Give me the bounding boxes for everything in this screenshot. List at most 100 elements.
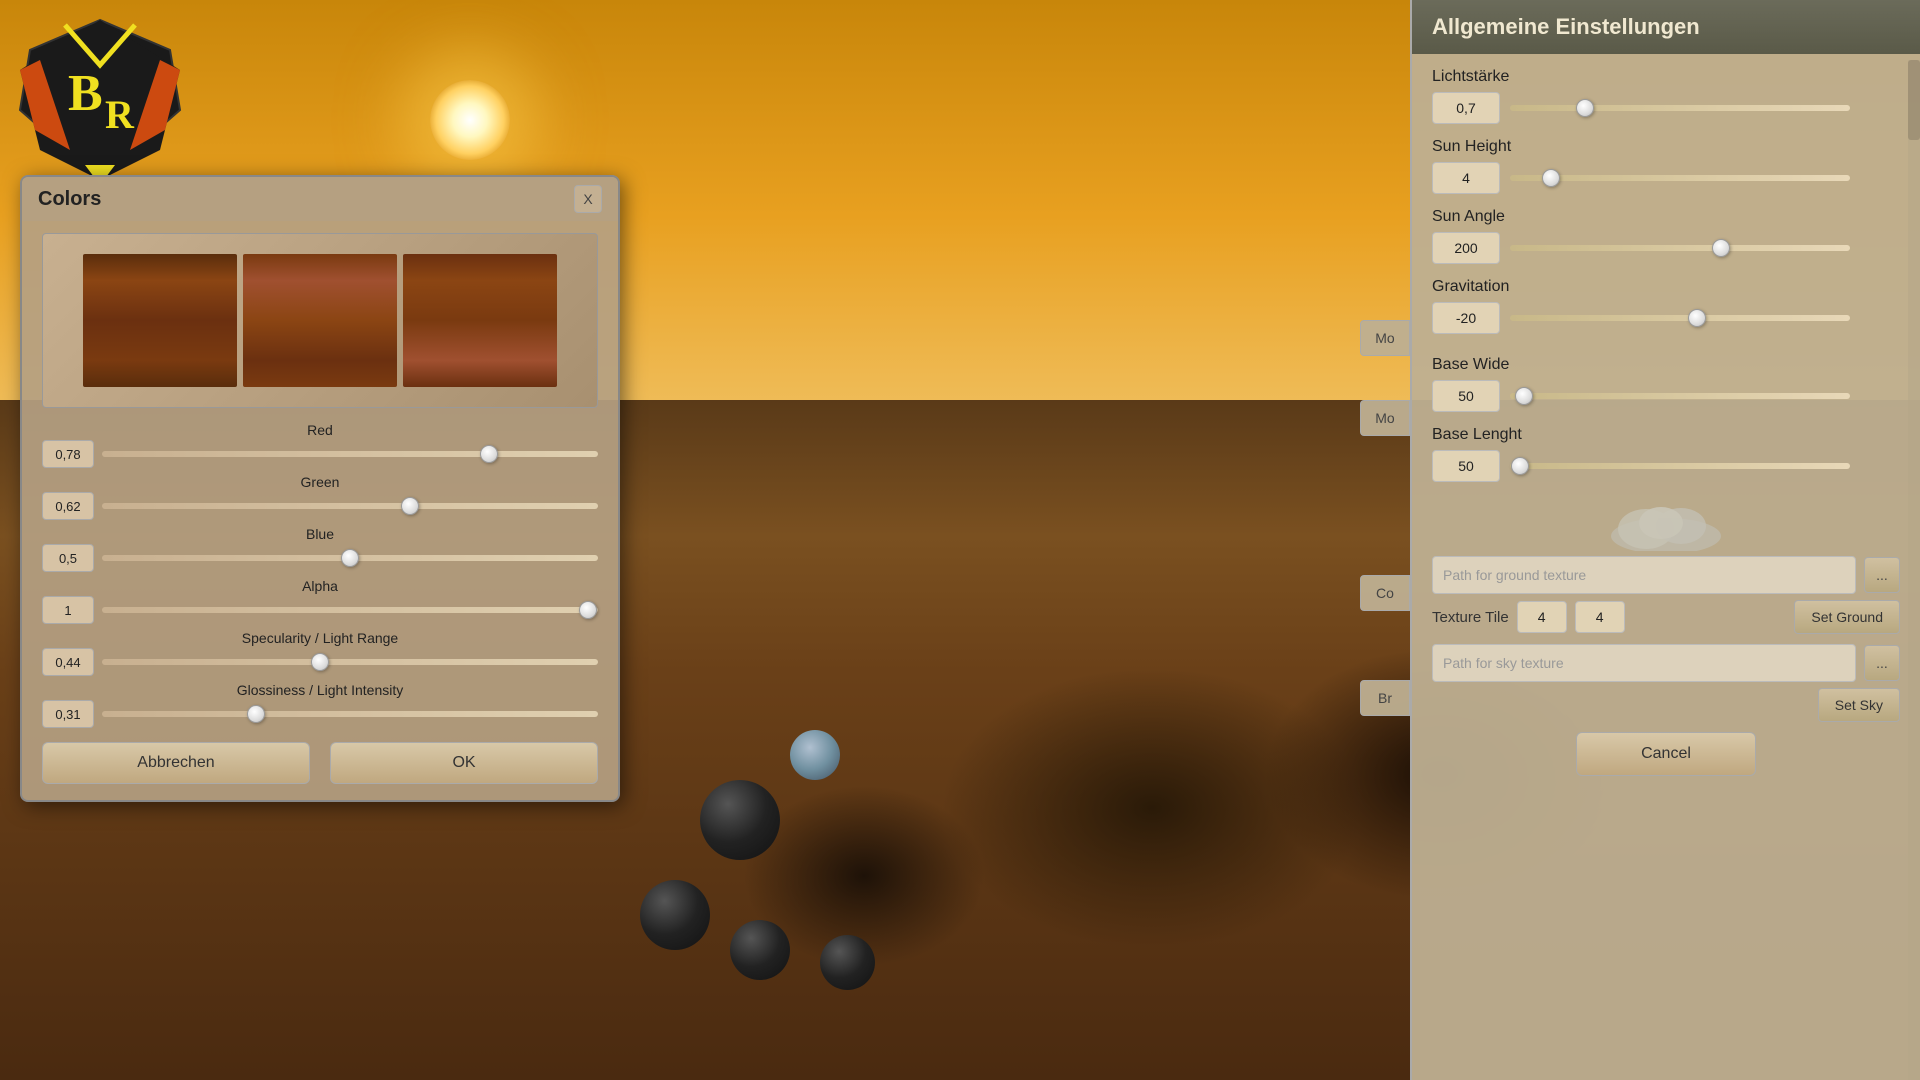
base-wide-slider-track[interactable] xyxy=(1510,393,1850,399)
red-value: 0,78 xyxy=(42,440,94,468)
ground-texture-input-line: Path for ground texture ... xyxy=(1432,556,1900,594)
set-ground-button[interactable]: Set Ground xyxy=(1794,600,1900,634)
alpha-slider-track[interactable] xyxy=(102,607,598,613)
base-wide-slider-thumb[interactable] xyxy=(1515,387,1533,405)
colors-title-bar: Colors X xyxy=(22,177,618,221)
base-lenght-label: Base Lenght xyxy=(1432,426,1900,444)
sky-texture-row: Path for sky texture ... Set Sky xyxy=(1432,644,1900,722)
sky-texture-browse-button[interactable]: ... xyxy=(1864,645,1900,681)
alpha-value: 1 xyxy=(42,596,94,624)
sun-height-slider-track[interactable] xyxy=(1510,175,1850,181)
base-wide-label: Base Wide xyxy=(1432,356,1900,374)
base-lenght-slider-track[interactable] xyxy=(1510,463,1850,469)
texture-preview xyxy=(42,233,598,408)
green-value: 0,62 xyxy=(42,492,94,520)
lichtstaerke-row: Lichtstärke 0,7 xyxy=(1432,68,1900,124)
blue-slider-track[interactable] xyxy=(102,555,598,561)
ground-texture-browse-button[interactable]: ... xyxy=(1864,557,1900,593)
sphere-3 xyxy=(640,880,710,950)
panel-scrollbar-thumb[interactable] xyxy=(1908,60,1920,140)
glossiness-label: Glossiness / Light Intensity xyxy=(42,682,598,698)
alpha-slider-row: Alpha 1 xyxy=(42,578,598,624)
tile-x-value[interactable]: 4 xyxy=(1517,601,1567,633)
base-lenght-value: 50 xyxy=(1432,450,1500,482)
set-sky-row: Set Sky xyxy=(1432,688,1900,722)
mo-button-2[interactable]: Mo xyxy=(1360,400,1410,436)
panel-cancel-button[interactable]: Cancel xyxy=(1576,732,1756,776)
sphere-1 xyxy=(700,780,780,860)
alpha-label: Alpha xyxy=(42,578,598,594)
green-label: Green xyxy=(42,474,598,490)
sun-angle-label: Sun Angle xyxy=(1432,208,1900,226)
wood-plank-2 xyxy=(243,254,397,387)
base-lenght-row: Base Lenght 50 xyxy=(1432,426,1900,482)
sun-height-slider-thumb[interactable] xyxy=(1542,169,1560,187)
blue-slider-thumb[interactable] xyxy=(341,549,359,567)
red-slider-row: Red 0,78 xyxy=(42,422,598,468)
sky-texture-input[interactable]: Path for sky texture xyxy=(1432,644,1856,682)
specularity-slider-thumb[interactable] xyxy=(311,653,329,671)
sun-height-row: Sun Height 4 xyxy=(1432,138,1900,194)
set-sky-button[interactable]: Set Sky xyxy=(1818,688,1900,722)
base-wide-row: Base Wide 50 xyxy=(1432,356,1900,412)
green-slider-line: 0,62 xyxy=(42,492,598,520)
alpha-slider-line: 1 xyxy=(42,596,598,624)
sun-height-slider-line: 4 xyxy=(1432,162,1900,194)
red-slider-line: 0,78 xyxy=(42,440,598,468)
panel-scrollbar-track[interactable] xyxy=(1908,60,1920,1080)
ground-texture-placeholder: Path for ground texture xyxy=(1443,567,1586,583)
sphere-2 xyxy=(790,730,840,780)
sun-angle-slider-line: 200 xyxy=(1432,232,1900,264)
gravitation-row: Gravitation -20 xyxy=(1432,278,1900,334)
tile-y-value[interactable]: 4 xyxy=(1575,601,1625,633)
sun-height-value: 4 xyxy=(1432,162,1500,194)
gravitation-value: -20 xyxy=(1432,302,1500,334)
sun-angle-row: Sun Angle 200 xyxy=(1432,208,1900,264)
base-lenght-slider-thumb[interactable] xyxy=(1511,457,1529,475)
sun-angle-slider-thumb[interactable] xyxy=(1712,239,1730,257)
gravitation-slider-track[interactable] xyxy=(1510,315,1850,321)
green-slider-track[interactable] xyxy=(102,503,598,509)
sun xyxy=(430,80,510,160)
gravitation-slider-thumb[interactable] xyxy=(1688,309,1706,327)
wood-plank-3 xyxy=(403,254,557,387)
lichtstaerke-slider-thumb[interactable] xyxy=(1576,99,1594,117)
sky-texture-placeholder: Path for sky texture xyxy=(1443,655,1564,671)
dialog-footer: Abbrechen OK xyxy=(42,742,598,784)
right-panel: Allgemeine Einstellungen Lichtstärke 0,7… xyxy=(1410,0,1920,1080)
specularity-slider-track[interactable] xyxy=(102,659,598,665)
lichtstaerke-slider-track[interactable] xyxy=(1510,105,1850,111)
sky-texture-input-line: Path for sky texture ... xyxy=(1432,644,1900,682)
glossiness-slider-row: Glossiness / Light Intensity 0,31 xyxy=(42,682,598,728)
ground-texture-input[interactable]: Path for ground texture xyxy=(1432,556,1856,594)
logo: B R xyxy=(10,10,190,190)
mo-button-1[interactable]: Mo xyxy=(1360,320,1410,356)
lichtstaerke-label: Lichtstärke xyxy=(1432,68,1900,86)
sphere-5 xyxy=(820,935,875,990)
red-slider-thumb[interactable] xyxy=(480,445,498,463)
green-slider-row: Green 0,62 xyxy=(42,474,598,520)
colors-dialog-body: Red 0,78 Green 0,62 Blue 0,5 xyxy=(22,221,618,800)
specularity-value: 0,44 xyxy=(42,648,94,676)
texture-tile-row: Texture Tile 4 4 Set Ground xyxy=(1432,600,1900,634)
glossiness-slider-thumb[interactable] xyxy=(247,705,265,723)
ok-button[interactable]: OK xyxy=(330,742,598,784)
texture-tile-label: Texture Tile xyxy=(1432,609,1509,626)
cancel-button[interactable]: Abbrechen xyxy=(42,742,310,784)
green-slider-thumb[interactable] xyxy=(401,497,419,515)
gravitation-slider-line: -20 xyxy=(1432,302,1900,334)
red-slider-track[interactable] xyxy=(102,451,598,457)
separator-1 xyxy=(1432,348,1900,356)
wood-plank-1 xyxy=(83,254,237,387)
blue-value: 0,5 xyxy=(42,544,94,572)
br-button[interactable]: Br xyxy=(1360,680,1410,716)
glossiness-slider-track[interactable] xyxy=(102,711,598,717)
co-button[interactable]: Co xyxy=(1360,575,1410,611)
glossiness-value: 0,31 xyxy=(42,700,94,728)
glossiness-slider-line: 0,31 xyxy=(42,700,598,728)
close-button[interactable]: X xyxy=(574,185,602,213)
sphere-4 xyxy=(730,920,790,980)
alpha-slider-thumb[interactable] xyxy=(579,601,597,619)
panel-body: Lichtstärke 0,7 Sun Height 4 Sun Angle xyxy=(1412,54,1920,1074)
sun-angle-slider-track[interactable] xyxy=(1510,245,1850,251)
